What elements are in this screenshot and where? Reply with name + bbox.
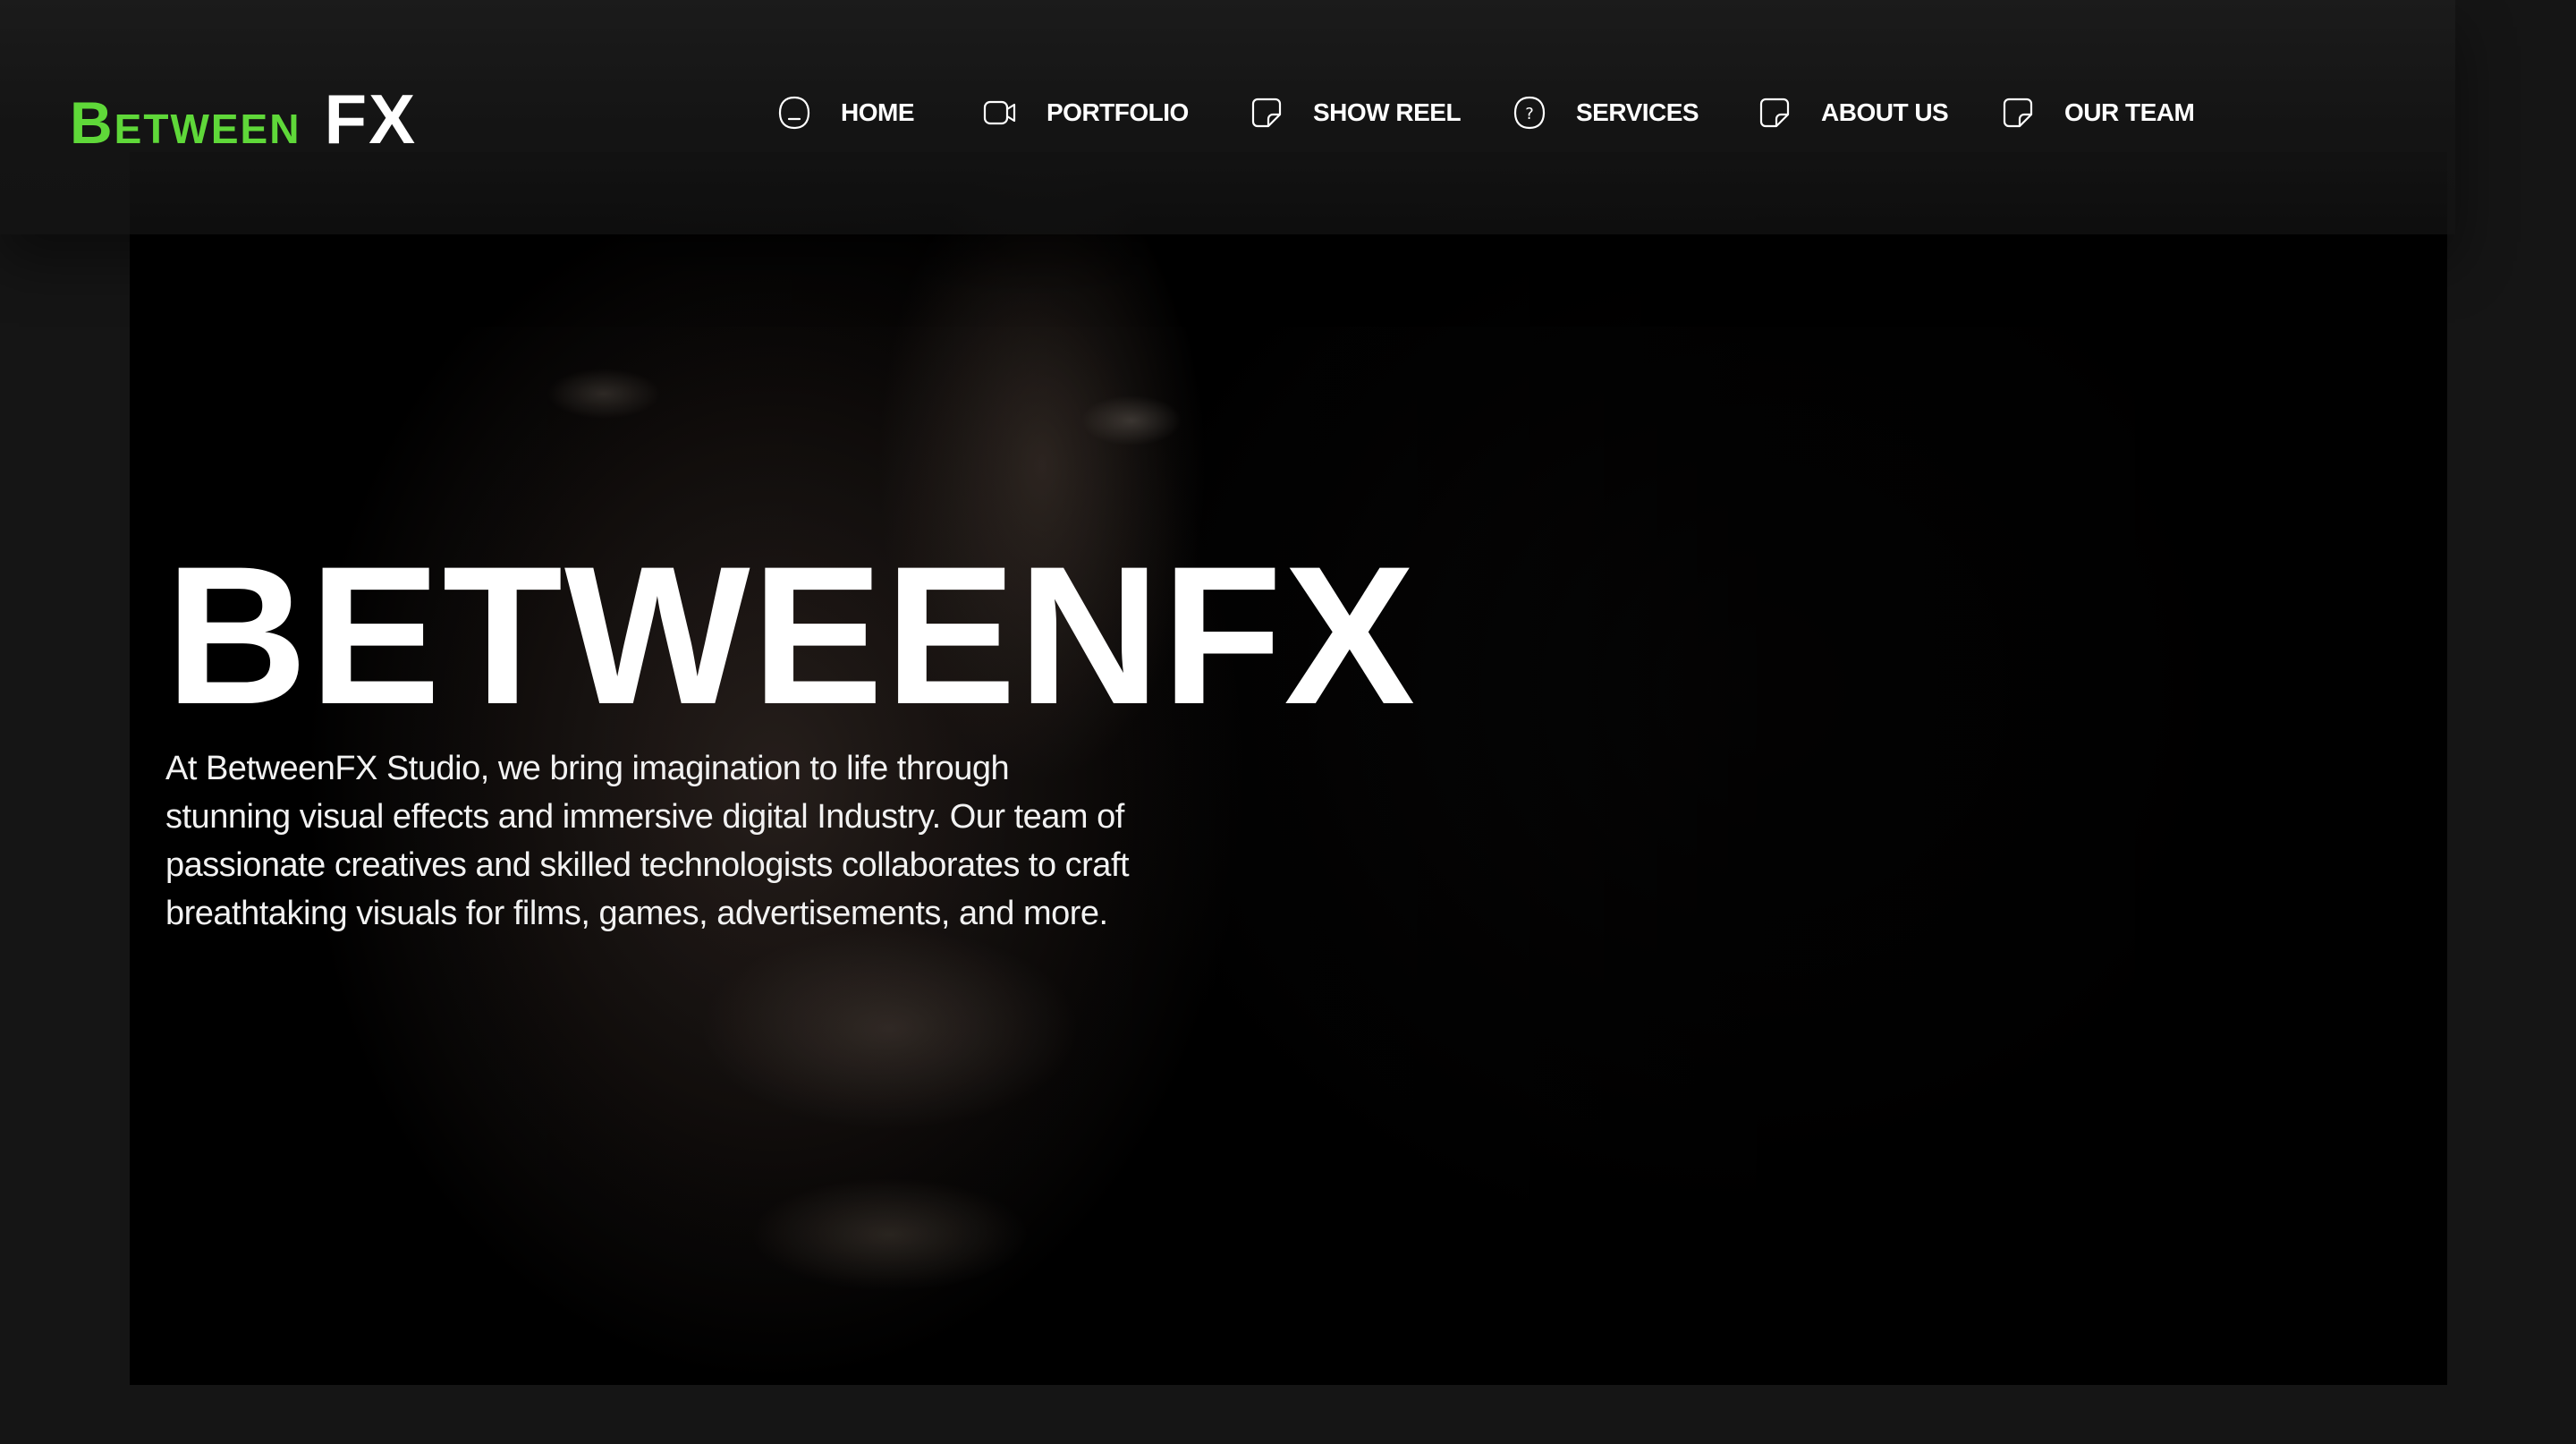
home-icon: [775, 93, 814, 132]
nav-label-our-team: OUR TEAM: [2064, 98, 2195, 126]
nav-label-show-reel: SHOW REEL: [1313, 98, 1462, 126]
svg-text:?: ?: [1525, 105, 1534, 123]
question-circle-icon: ?: [1510, 93, 1549, 132]
page: BETWEENFX At BetweenFX Studio, we bring …: [0, 0, 2576, 1444]
hero-section: BETWEENFX At BetweenFX Studio, we bring …: [130, 152, 2447, 1385]
video-camera-icon: [980, 93, 1020, 132]
site-header: Between FX HOME PORTFOLIO SHOW REEL ? SE…: [0, 0, 2455, 234]
nav-item-our-team[interactable]: OUR TEAM: [1998, 86, 2195, 140]
nav-item-services[interactable]: ? SERVICES: [1510, 86, 1699, 140]
nav-label-services: SERVICES: [1576, 98, 1699, 126]
nav-item-portfolio[interactable]: PORTFOLIO: [980, 86, 1189, 140]
nav-item-home[interactable]: HOME: [775, 86, 915, 140]
sticky-note-icon: [1755, 93, 1794, 132]
sticky-note-icon: [1998, 93, 2038, 132]
nav-label-about-us: ABOUT US: [1821, 98, 1949, 126]
nav-item-about-us[interactable]: ABOUT US: [1755, 86, 1949, 140]
hero-description: At BetweenFX Studio, we bring imaginatio…: [165, 750, 1130, 932]
nav-label-home: HOME: [841, 98, 915, 126]
nav-label-portfolio: PORTFOLIO: [1046, 98, 1189, 126]
hero-title: BETWEENFX: [165, 525, 1418, 745]
main-nav: HOME PORTFOLIO SHOW REEL ? SERVICES ABOU…: [0, 86, 2455, 140]
sticky-note-icon: [1247, 93, 1286, 132]
nav-item-show-reel[interactable]: SHOW REEL: [1247, 86, 1462, 140]
